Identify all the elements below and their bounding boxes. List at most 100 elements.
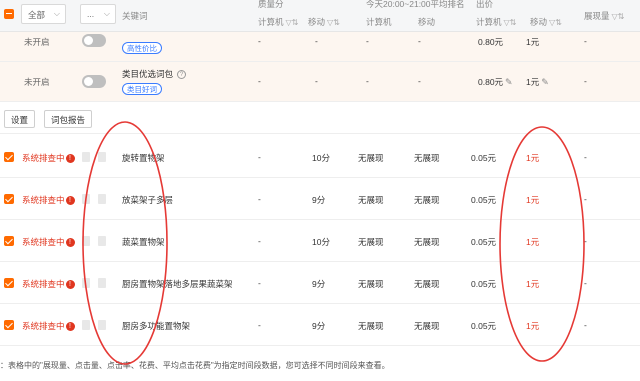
bid-mobile[interactable]: 1元 (526, 152, 539, 164)
sort-icon: ▽⇅ (549, 18, 562, 27)
rank-pc: 无展现 (358, 195, 384, 205)
settings-button[interactable]: 设置 (4, 110, 36, 128)
impressions: - (584, 36, 587, 46)
bid-pc[interactable]: 0.80元 ✎ (478, 76, 513, 88)
sort-icon: ▽⇅ (285, 18, 299, 27)
chevron-down-icon: ⌵ (103, 9, 110, 18)
keyword-text[interactable]: 蔬菜置物架 (122, 236, 165, 248)
more-filter-value: ... (87, 9, 95, 19)
category-status: 未开启 (24, 77, 50, 87)
rank-pc: - (366, 36, 369, 46)
rank-pc: 无展现 (358, 279, 384, 289)
row-checkbox[interactable] (4, 152, 14, 162)
flag-icon (82, 320, 90, 330)
row-status: 系统排查中! (22, 320, 75, 332)
rank-column-header: 今天20:00~21:00平均排名 (366, 0, 465, 9)
quality-pc: - (258, 320, 261, 330)
report-button[interactable]: 词包报告 (44, 110, 93, 128)
alert-icon[interactable]: ! (65, 238, 75, 248)
alert-icon[interactable]: ! (65, 196, 75, 206)
alert-icon[interactable]: ! (65, 322, 75, 332)
category-toggle[interactable] (82, 75, 106, 88)
rank-mobile: 无展现 (414, 153, 440, 163)
rank-mobile: 无展现 (414, 279, 440, 289)
bid-pc[interactable]: 0.05元 (471, 320, 496, 332)
sort-icon: ▽⇅ (503, 18, 517, 27)
category-tag: 类目好词 (122, 83, 162, 95)
flag-icon (98, 236, 106, 246)
quality-pc: - (258, 152, 261, 162)
more-filter-select[interactable]: ... ⌵ (80, 4, 116, 24)
rank-mobile-header: 移动 (418, 17, 436, 27)
bid-mobile[interactable]: 1元 (526, 278, 539, 290)
bid-mobile[interactable]: 1元 (526, 36, 539, 48)
bid-pc[interactable]: 0.80元 (478, 36, 503, 48)
impressions: - (584, 236, 587, 246)
impressions: - (584, 278, 587, 288)
category-row: 未开启 高性价比 - - - - 0.80元 1元 - (0, 32, 640, 62)
flag-icon (82, 278, 90, 288)
flag-icon (98, 194, 106, 204)
bid-pc[interactable]: 0.05元 (471, 236, 496, 248)
edit-icon: ✎ (505, 77, 513, 87)
quality-pc: - (258, 194, 261, 204)
impressions: - (584, 194, 587, 204)
bid-pc[interactable]: 0.05元 (471, 194, 496, 206)
table-row: 系统排查中! 旋转置物架 - 10分 无展现 无展现 0.05元 1元 - (0, 136, 640, 178)
chevron-down-icon: ⌵ (53, 9, 60, 18)
bid-mobile[interactable]: 1元 (526, 320, 539, 332)
quality-mobile: 10分 (312, 153, 330, 163)
keyword-text[interactable]: 厨房多功能置物架 (122, 320, 190, 332)
quality-mobile: - (315, 36, 318, 46)
row-checkbox[interactable] (4, 236, 14, 246)
flag-icon (82, 152, 90, 162)
category-tag: 高性价比 (122, 42, 162, 54)
impressions: - (584, 76, 587, 86)
quality-mobile: 10分 (312, 237, 330, 247)
table-row: 系统排查中! 厨房多功能置物架 - 9分 无展现 无展现 0.05元 1元 - (0, 304, 640, 346)
bid-mobile[interactable]: 1元 ✎ (526, 76, 549, 88)
flag-icon (82, 194, 90, 204)
impressions-header[interactable]: 展现量 ▽⇅ (584, 10, 624, 22)
status-filter-value: 全部 (28, 10, 46, 20)
bid-pc-header[interactable]: 计算机 ▽⇅ (476, 16, 516, 28)
alert-icon[interactable]: ! (65, 154, 75, 164)
quality-pc-header[interactable]: 计算机 ▽⇅ (258, 16, 298, 28)
row-status: 系统排查中! (22, 152, 75, 164)
keyword-text[interactable]: 放菜架子多层 (122, 194, 173, 206)
row-checkbox[interactable] (4, 194, 14, 204)
table-row: 系统排查中! 放菜架子多层 - 9分 无展现 无展现 0.05元 1元 - (0, 178, 640, 220)
quality-pc: - (258, 278, 261, 288)
rank-mobile: - (418, 76, 421, 86)
rank-pc: - (366, 76, 369, 86)
select-all-checkbox[interactable] (4, 9, 14, 19)
quality-mobile: 9分 (312, 279, 326, 289)
keyword-column-header: 关键词 (122, 11, 148, 21)
row-checkbox[interactable] (4, 278, 14, 288)
toolbar: 设置 词包报告 (0, 102, 640, 134)
quality-pc: - (258, 236, 261, 246)
rank-mobile: 无展现 (414, 321, 440, 331)
quality-mobile-header[interactable]: 移动 ▽⇅ (308, 16, 340, 28)
sort-icon: ▽⇅ (327, 18, 340, 27)
quality-mobile: 9分 (312, 321, 326, 331)
category-row: 未开启 类目优选词包? 类目好词 - - - - 0.80元 ✎ 1元 ✎ - (0, 62, 640, 102)
category-toggle[interactable] (82, 34, 106, 47)
quality-mobile: - (315, 76, 318, 86)
row-checkbox[interactable] (4, 320, 14, 330)
footer-note: ：表格中的"展现量、点击量、点击率、花费、平均点击花费"为指定时间段数据，您可选… (0, 361, 390, 370)
rank-pc-header: 计算机 (366, 17, 392, 27)
quality-pc: - (258, 76, 261, 86)
row-status: 系统排查中! (22, 236, 75, 248)
keyword-text[interactable]: 厨房置物架落地多层果蔬菜架 (122, 278, 233, 290)
bid-mobile-header[interactable]: 移动 ▽⇅ (530, 16, 562, 28)
alert-icon[interactable]: ! (65, 280, 75, 290)
help-icon[interactable]: ? (177, 70, 187, 80)
status-filter-select[interactable]: 全部 ⌵ (21, 4, 66, 24)
bid-pc[interactable]: 0.05元 (471, 278, 496, 290)
keyword-text[interactable]: 旋转置物架 (122, 152, 165, 164)
bid-pc[interactable]: 0.05元 (471, 152, 496, 164)
flag-icon (98, 152, 106, 162)
bid-mobile[interactable]: 1元 (526, 194, 539, 206)
bid-mobile[interactable]: 1元 (526, 236, 539, 248)
